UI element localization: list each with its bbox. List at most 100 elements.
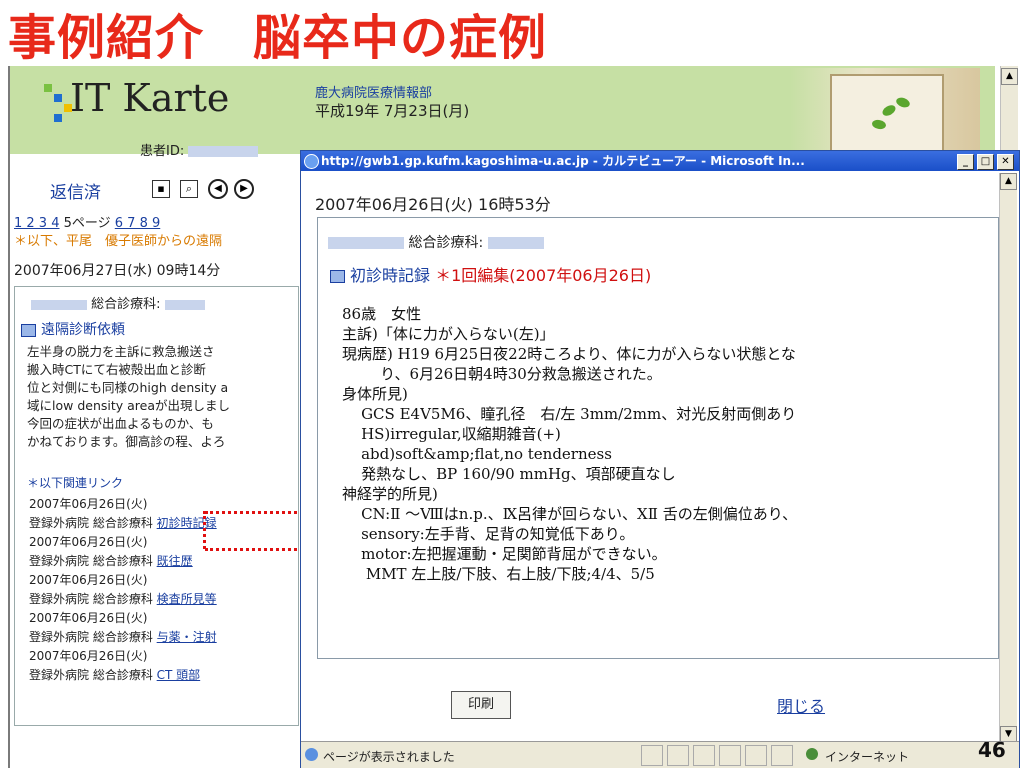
maximize-icon[interactable]: □ xyxy=(977,154,994,170)
save-icon[interactable]: ▪ xyxy=(152,180,170,198)
body-line: 今回の症状が出血よるものか、も xyxy=(27,416,214,431)
prev-icon[interactable]: ◀ xyxy=(208,179,228,199)
redacted-mask xyxy=(31,299,87,310)
highlight-border xyxy=(205,511,297,514)
request-title-row[interactable]: 遠隔診断依頼 xyxy=(21,319,125,339)
current-page: 5ページ xyxy=(59,216,115,231)
related-org: 登録外病院 総合診療科 xyxy=(29,592,153,606)
minimize-icon[interactable]: _ xyxy=(957,154,974,170)
record-line: abd)soft&amp;flat,no tenderness xyxy=(342,445,612,463)
document-icon xyxy=(21,323,36,337)
record-line: HS)irregular,収縮期雑音(+) xyxy=(342,425,561,443)
logo-square xyxy=(54,114,62,122)
body-line: かねております。御高診の程、よろ xyxy=(27,434,226,449)
status-cell xyxy=(771,745,793,766)
scroll-up-icon[interactable]: ▲ xyxy=(1001,68,1018,85)
record-line: 神経学的所見) xyxy=(342,485,438,503)
header-date: 平成19年 7月23日(月) xyxy=(315,102,470,120)
patient-id: 患者ID: xyxy=(140,140,259,159)
slide-title: 事例紹介 脳卒中の症例 xyxy=(8,10,548,66)
security-zone: インターネット xyxy=(825,750,910,764)
patient-id-label: 患者ID: xyxy=(140,144,185,159)
record-line: 現病歴) H19 6月25日夜22時ころより、体に力が入らない状態とな xyxy=(342,345,796,363)
related-org: 登録外病院 総合診療科 xyxy=(29,630,153,644)
related-link-exam[interactable]: 検査所見等 xyxy=(157,592,217,606)
status-cell xyxy=(641,745,663,766)
related-date: 2007年06月26日(火) xyxy=(29,649,148,663)
page-number: 46 xyxy=(978,738,1006,762)
record-panel: 総合診療科: 初診時記録 ＊1回編集(2007年06月26日) 86歳 女性 主訴… xyxy=(317,217,999,659)
redacted-mask xyxy=(188,146,259,157)
record-line: GCS E4V5M6、瞳孔径 右/左 3mm/2mm、対光反射両側あり xyxy=(342,405,797,423)
status-text: ページが表示されました xyxy=(323,750,455,764)
page-links-before[interactable]: 1 2 3 4 xyxy=(14,216,59,231)
record-author: 総合診療科: xyxy=(328,232,544,252)
request-body: 左半身の脱力を主訴に救急搬送さ 搬入時CTにて右被殻出血と診断 位と対側にも同様… xyxy=(27,343,298,451)
body-line: 搬入時CTにて右被殻出血と診断 xyxy=(27,362,206,377)
header-decoration xyxy=(790,68,980,156)
record-line: sensory:左手背、足背の知覚低下あり。 xyxy=(342,525,635,543)
redacted-mask xyxy=(328,237,404,249)
record-line: 身体所見) xyxy=(342,385,408,403)
page-links-after[interactable]: 6 7 8 9 xyxy=(115,216,160,231)
related-link-initial-record[interactable]: 初診時記録 xyxy=(157,516,217,530)
related-date: 2007年06月26日(火) xyxy=(29,497,148,511)
reply-status: 返信済 xyxy=(50,183,101,203)
karte-viewer-popup: http://gwb1.gp.kufm.kagoshima-u.ac.jp - … xyxy=(300,150,1020,768)
body-line: 位と対側にも同様のhigh density a xyxy=(27,380,229,395)
record-text: 86歳 女性 主訴)「体に力が入らない(左)」 現病歴) H19 6月25日夜22時… xyxy=(342,304,797,584)
related-date: 2007年06月26日(火) xyxy=(29,535,148,549)
record-line: MMT 左上肢/下肢、右上肢/下肢;4/4、5/5 xyxy=(342,565,655,583)
leaf xyxy=(894,95,912,110)
card-author: 総合診療科: xyxy=(31,293,205,312)
related-date: 2007年06月26日(火) xyxy=(29,573,148,587)
status-cell xyxy=(745,745,767,766)
window-image xyxy=(830,74,944,156)
popup-scrollbar[interactable]: ▲ ▼ xyxy=(999,173,1017,743)
record-title: 初診時記録 xyxy=(350,266,431,285)
status-cell xyxy=(719,745,741,766)
redacted-mask xyxy=(487,237,544,249)
remote-doctor-note: ＊以下、平尾 優子医師からの遠隔 xyxy=(14,234,223,249)
request-title: 遠隔診断依頼 xyxy=(41,322,125,338)
redacted-mask xyxy=(164,299,205,310)
popup-titlebar[interactable]: http://gwb1.gp.kufm.kagoshima-u.ac.jp - … xyxy=(301,151,1019,171)
record-timestamp: 2007年06月26日(火) 16時53分 xyxy=(315,195,551,214)
page-icon xyxy=(305,748,318,761)
status-cell xyxy=(667,745,689,766)
related-link-history[interactable]: 既往歴 xyxy=(157,554,193,568)
edit-note: ＊1回編集(2007年06月26日) xyxy=(435,266,652,285)
record-line: motor:左把握運動・足関節背屈ができない。 xyxy=(342,545,667,563)
search-icon[interactable]: ⌕ xyxy=(180,180,198,198)
pagination: 1 2 3 4 5ページ 6 7 8 9 xyxy=(14,212,160,231)
record-title-row: 初診時記録 ＊1回編集(2007年06月26日) xyxy=(330,262,651,286)
record-line: CN:Ⅱ ～Ⅷはn.p.、Ⅸ呂律が回らない、ⅩⅡ 舌の左側偏位あり、 xyxy=(342,505,798,523)
related-links-label: ＊以下関連リンク xyxy=(27,476,124,490)
entry-timestamp: 2007年06月27日(水) 09時14分 xyxy=(14,263,221,279)
status-bar: ページが表示されました インターネット xyxy=(301,741,1019,768)
related-org: 登録外病院 総合診療科 xyxy=(29,554,153,568)
status-cell xyxy=(693,745,715,766)
card-dept: 総合診療科: xyxy=(91,297,161,312)
internet-globe-icon xyxy=(806,748,818,760)
close-link[interactable]: 閉じる xyxy=(777,693,825,717)
leaf xyxy=(880,103,898,118)
scroll-up-icon[interactable]: ▲ xyxy=(1000,173,1017,190)
related-org: 登録外病院 総合診療科 xyxy=(29,668,153,682)
record-dept: 総合診療科: xyxy=(408,235,484,251)
close-icon[interactable]: ✕ xyxy=(997,154,1014,170)
related-item: 登録外病院 総合診療科 検査所見等 xyxy=(29,590,217,609)
related-link-medication[interactable]: 与薬・注射 xyxy=(157,630,217,644)
related-date: 2007年06月26日(火) xyxy=(29,611,148,625)
leaf xyxy=(871,118,887,131)
popup-title: http://gwb1.gp.kufm.kagoshima-u.ac.jp - … xyxy=(321,154,805,168)
department-name: 鹿大病院医療情報部 xyxy=(315,86,433,101)
related-org: 登録外病院 総合診療科 xyxy=(29,516,153,530)
ie-icon xyxy=(304,154,319,169)
related-link-ct[interactable]: CT 頭部 xyxy=(157,668,201,682)
next-icon[interactable]: ▶ xyxy=(234,179,254,199)
print-button[interactable]: 印刷 xyxy=(451,691,511,719)
related-item: 登録外病院 総合診療科 既往歴 xyxy=(29,552,217,571)
related-item: 登録外病院 総合診療科 与薬・注射 xyxy=(29,628,217,647)
logo-icon xyxy=(44,84,52,92)
